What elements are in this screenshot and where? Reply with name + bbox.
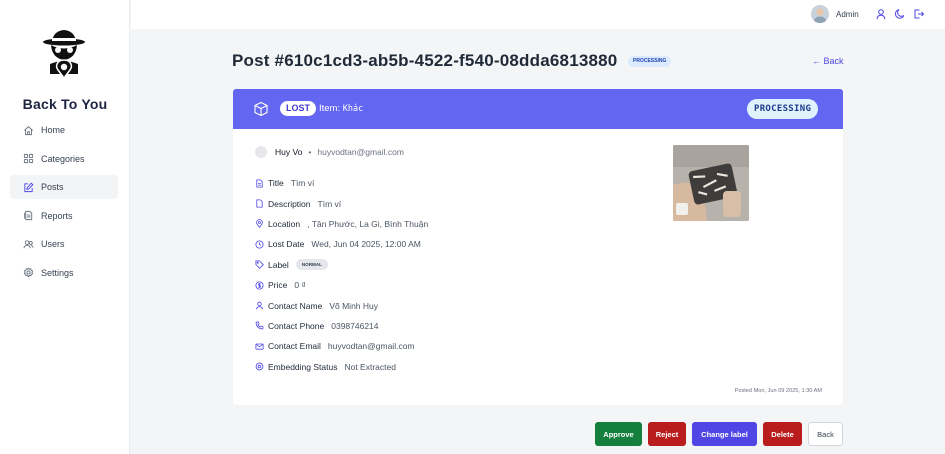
field-value: huyvodtan@gmail.com — [327, 341, 415, 352]
sidebar-item-categories[interactable]: Categories — [10, 147, 118, 171]
post-fields: Title Tìm ví Description Tìm ví Location… — [255, 173, 428, 377]
field-value: , Tân Phước, La Gi, Bình Thuận — [307, 218, 429, 229]
field-title: Title Tìm ví — [255, 173, 428, 193]
field-value: Võ Minh Huy — [329, 300, 379, 311]
sidebar: Back To You Home Categories Posts Report… — [0, 0, 130, 454]
field-lost-date: Lost Date Wed, Jun 04 2025, 12:00 AM — [255, 234, 428, 254]
user-name[interactable]: Admin — [836, 10, 859, 19]
reject-button[interactable]: Reject — [648, 422, 686, 446]
field-label: Location — [268, 218, 301, 229]
map-pin-icon — [256, 219, 263, 229]
field-contact-email: Contact Email huyvodtan@gmail.com — [255, 336, 428, 356]
separator-dot: • — [308, 147, 312, 157]
field-location: Location , Tân Phước, La Gi, Bình Thuận — [255, 214, 428, 234]
detective-logo — [43, 30, 85, 80]
item-name: Khác — [342, 104, 364, 114]
author-avatar — [255, 146, 267, 158]
field-label: Contact Email — [268, 341, 321, 352]
field-label: Label — [268, 259, 289, 270]
author-email: huyvodtan@gmail.com — [317, 147, 404, 157]
sidebar-item-label: Reports — [41, 210, 73, 221]
sidebar-nav: Home Categories Posts Reports Users Sett… — [10, 118, 118, 289]
field-price: Price 0 ₫ — [255, 275, 428, 295]
back-link[interactable]: ← Back — [812, 56, 844, 66]
mail-icon — [255, 343, 264, 350]
type-badge: LOST — [280, 101, 316, 116]
sidebar-item-posts[interactable]: Posts — [10, 175, 118, 199]
home-icon — [24, 125, 33, 135]
field-label: Contact Name — [268, 300, 323, 311]
document-icon — [256, 179, 263, 188]
avatar[interactable] — [811, 5, 829, 23]
change-label-button[interactable]: Change label — [692, 422, 757, 446]
document-icon — [256, 199, 263, 208]
page-title: Post #610c1cd3-ab5b-4522-f540-08dda68138… — [232, 51, 618, 70]
sidebar-item-home[interactable]: Home — [10, 118, 118, 142]
field-label: Contact Phone — [268, 320, 325, 331]
clock-icon — [255, 240, 264, 249]
user-icon — [255, 301, 264, 310]
author-name: Huy Vo — [275, 147, 303, 157]
field-label: Title — [268, 178, 284, 189]
cog-icon — [255, 362, 264, 371]
status-badge: PROCESSING — [628, 56, 672, 67]
field-label: Embedding Status — [268, 361, 338, 372]
card-status-badge: PROCESSING — [747, 99, 819, 119]
field-embedding-status: Embedding Status Not Extracted — [255, 357, 428, 377]
document-icon — [24, 210, 33, 221]
gear-icon — [23, 267, 34, 278]
field-label: Price — [268, 280, 288, 291]
posted-timestamp: Posted Mon, Jun 09 2025, 1:30 AM — [734, 388, 822, 394]
field-label-row: Label NORMAL — [255, 255, 428, 275]
sidebar-item-label: Categories — [41, 153, 85, 164]
back-button[interactable]: Back — [808, 422, 843, 446]
field-value: Not Extracted — [344, 361, 396, 372]
post-card: LOST Item: Khác PROCESSING Huy Vo • huyv… — [233, 89, 843, 405]
brand-name: Back To You — [22, 96, 108, 112]
field-label: Description — [268, 198, 311, 209]
sidebar-item-users[interactable]: Users — [10, 232, 118, 256]
sidebar-item-label: Home — [41, 125, 66, 135]
delete-button[interactable]: Delete — [763, 422, 802, 446]
item-category: Item: Khác — [319, 103, 363, 114]
users-icon — [23, 239, 34, 248]
field-value: Tìm ví — [290, 178, 315, 189]
approve-button[interactable]: Approve — [595, 422, 642, 446]
field-value: 0398746214 — [331, 320, 379, 331]
phone-icon — [255, 322, 264, 330]
dollar-icon — [255, 281, 264, 290]
sidebar-item-reports[interactable]: Reports — [10, 204, 118, 228]
field-description: Description Tìm ví — [255, 193, 428, 213]
sidebar-item-label: Posts — [41, 182, 64, 192]
item-prefix: Item: — [319, 103, 341, 114]
field-value: Wed, Jun 04 2025, 12:00 AM — [311, 239, 421, 250]
field-value: Tìm ví — [317, 198, 342, 209]
field-contact-phone: Contact Phone 0398746214 — [255, 316, 428, 336]
card-header: LOST Item: Khác PROCESSING — [233, 89, 843, 129]
tag-icon — [255, 260, 264, 270]
field-label: Lost Date — [268, 239, 305, 250]
sidebar-item-label: Users — [41, 239, 65, 249]
user-icon[interactable] — [875, 8, 887, 20]
item-photo[interactable] — [673, 145, 749, 221]
logout-icon[interactable] — [913, 8, 925, 20]
sidebar-item-label: Settings — [41, 267, 74, 278]
sidebar-item-settings[interactable]: Settings — [10, 261, 118, 285]
grid-icon — [23, 153, 34, 164]
label-badge: NORMAL — [295, 259, 328, 271]
edit-icon — [24, 182, 34, 192]
field-value: 0 ₫ — [294, 280, 306, 291]
box-icon — [254, 101, 268, 117]
field-contact-name: Contact Name Võ Minh Huy — [255, 295, 428, 315]
moon-icon[interactable] — [894, 8, 906, 20]
author-row: Huy Vo • huyvodtan@gmail.com — [255, 146, 404, 158]
